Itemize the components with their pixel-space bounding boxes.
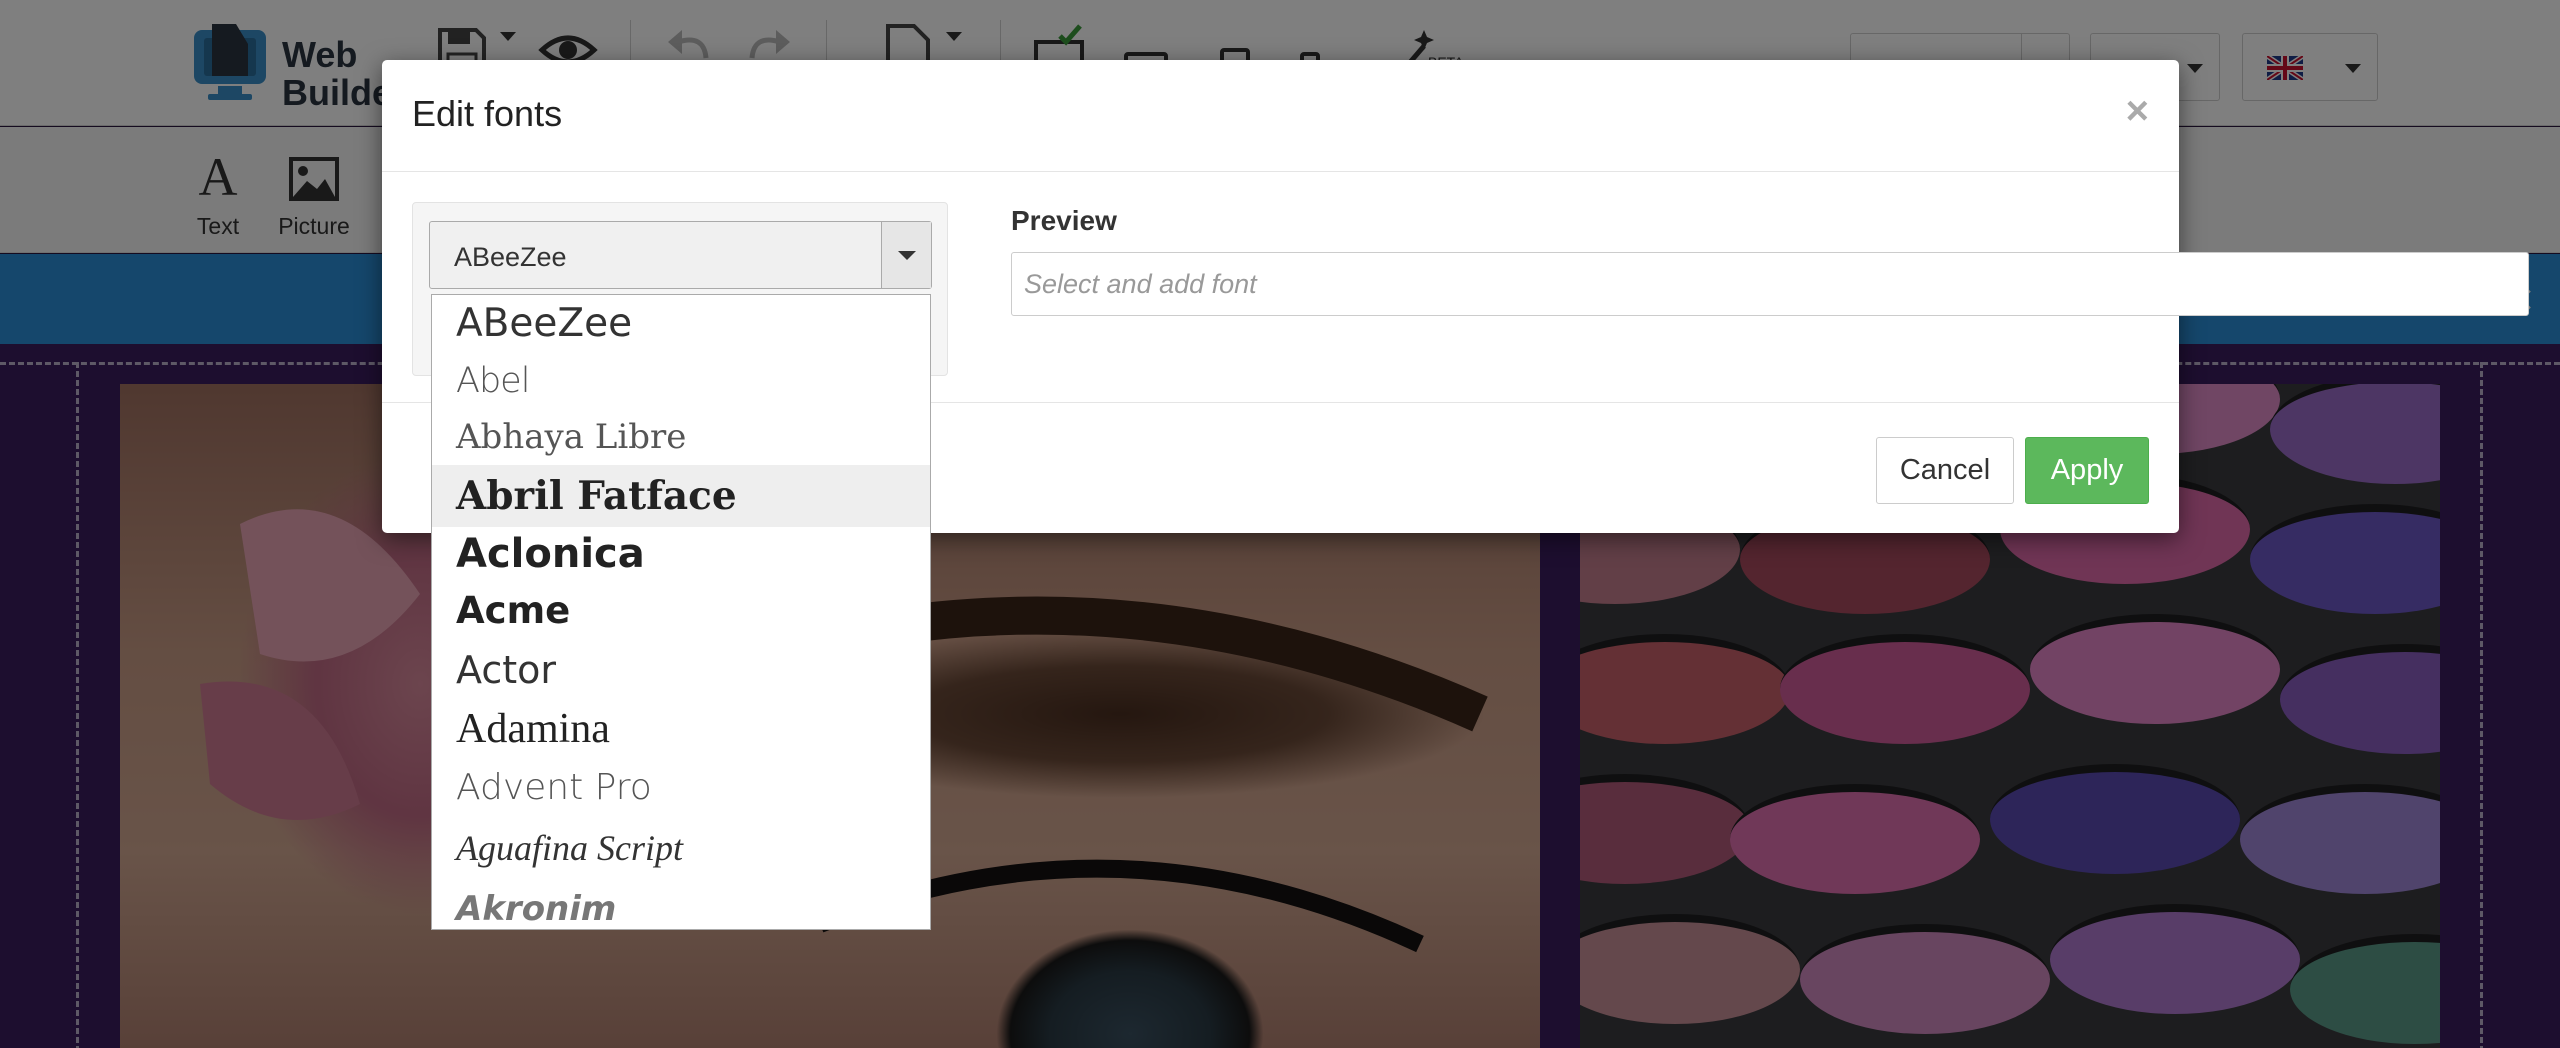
- cancel-button[interactable]: Cancel: [1876, 437, 2014, 504]
- close-icon[interactable]: ×: [2126, 88, 2149, 134]
- font-option-abeezee[interactable]: ABeeZee: [432, 295, 930, 353]
- apply-button[interactable]: Apply: [2025, 437, 2149, 504]
- select-dropdown-button[interactable]: [881, 222, 931, 288]
- font-option-aclonica[interactable]: Aclonica: [432, 527, 930, 581]
- font-option-acme[interactable]: Acme: [432, 581, 930, 641]
- preview-label: Preview: [1011, 205, 1117, 236]
- font-option-advent-pro[interactable]: Advent Pro: [432, 759, 930, 817]
- font-option-adamina[interactable]: Adamina: [432, 699, 930, 759]
- font-option-abel[interactable]: Abel: [432, 353, 930, 409]
- font-option-abril-fatface[interactable]: Abril Fatface: [432, 465, 930, 527]
- font-option-actor[interactable]: Actor: [432, 641, 930, 699]
- selected-font-value: ABeeZee: [454, 242, 567, 272]
- dialog-header: Edit fonts ×: [382, 60, 2179, 172]
- font-option-abhaya-libre[interactable]: Abhaya Libre: [432, 409, 930, 465]
- preview-input[interactable]: [1011, 252, 2529, 316]
- font-dropdown-list[interactable]: ABeeZee Abel Abhaya Libre Abril Fatface …: [431, 294, 931, 930]
- font-select[interactable]: ABeeZee: [429, 221, 932, 289]
- font-option-akronim[interactable]: Akronim: [432, 879, 930, 929]
- chevron-down-icon: [897, 250, 916, 260]
- font-option-aguafina-script[interactable]: Aguafina Script: [432, 817, 930, 879]
- dialog-title: Edit fonts: [412, 93, 563, 134]
